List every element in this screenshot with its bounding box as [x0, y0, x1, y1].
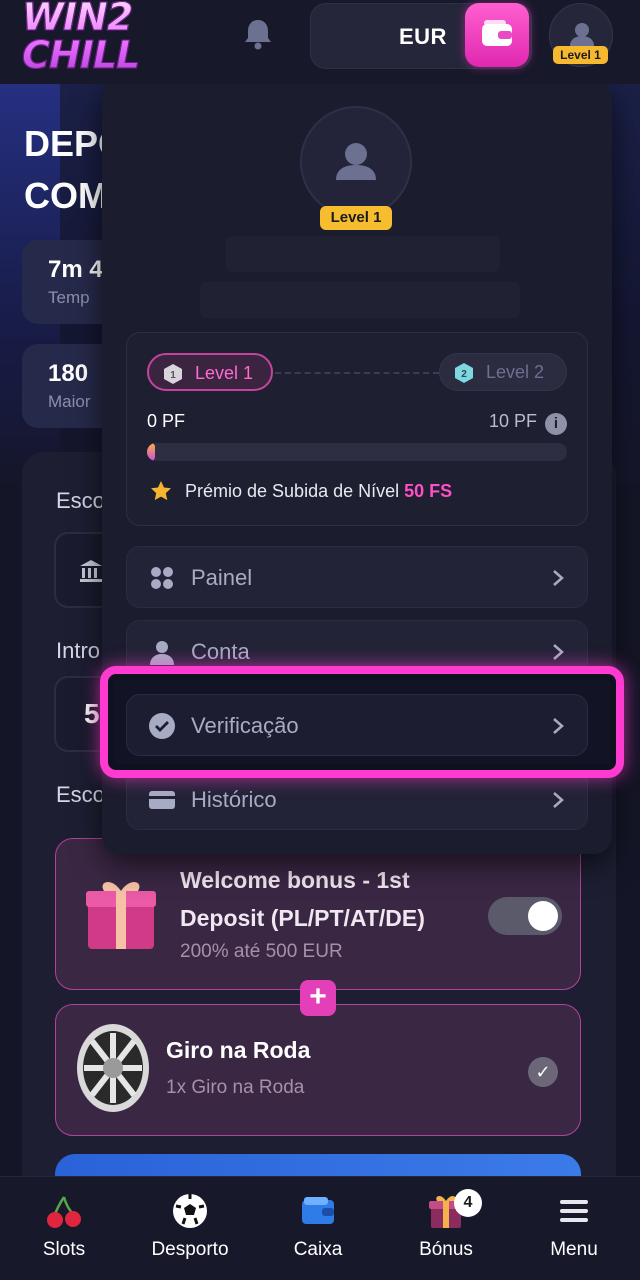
cherry-icon [47, 1196, 81, 1228]
level-progress-bar [147, 443, 567, 461]
wheel-bonus-title: Giro na Roda [166, 1037, 311, 1063]
card-icon [149, 791, 175, 809]
current-level-chip: 1 Level 1 [147, 353, 273, 391]
username-placeholder [226, 236, 500, 272]
toggle-knob [528, 901, 558, 931]
bonus-count-badge: 4 [454, 1189, 482, 1217]
nav-item-slots[interactable]: Slots [0, 1177, 128, 1280]
menu-item-painel[interactable]: Painel [126, 546, 588, 608]
gift-icon [86, 881, 156, 949]
bottom-navigation: Slots Desporto Caixa 4 Bónus Menu [0, 1176, 640, 1280]
hexagon-level-2-icon: 2 [455, 363, 473, 383]
info-icon[interactable]: i [545, 413, 567, 435]
hamburger-icon [560, 1200, 588, 1222]
menu-item-label: Histórico [191, 787, 277, 812]
nav-label: Menu [550, 1239, 598, 1260]
balance-box[interactable]: EUR [310, 3, 532, 69]
hexagon-level-1-icon: 1 [164, 364, 182, 384]
nav-label: Caixa [293, 1239, 343, 1260]
level-badge: Level 1 [553, 46, 608, 64]
soccer-ball-icon [173, 1194, 207, 1228]
email-placeholder [200, 282, 520, 318]
level-up-prize: Prémio de Subida de Nível 50 FS [185, 481, 452, 502]
menu-item-label: Verificação [191, 713, 299, 738]
bank-icon [80, 560, 102, 582]
level-progress-box: 1 Level 1 2 Level 2 0 PF 10 PF i Prémio … [126, 332, 588, 526]
brand-logo[interactable]: WIN2 CHILL [22, 0, 152, 78]
chevron-right-icon [553, 644, 564, 660]
method-label: Esco [56, 488, 105, 513]
menu-item-label: Painel [191, 565, 253, 590]
chevron-right-icon [553, 718, 564, 734]
prize-label: Prémio de Subida de Nível [185, 481, 400, 501]
wheel-icon [77, 1024, 149, 1112]
user-icon [150, 641, 174, 665]
current-points: 0 PF [147, 411, 186, 431]
nav-item-caixa[interactable]: Caixa [254, 1177, 382, 1280]
star-icon [151, 481, 171, 501]
dropdown-avatar [300, 106, 412, 218]
stat-label: Maior [48, 392, 91, 411]
verification-highlight: Verificação [100, 666, 624, 778]
nav-label: Slots [42, 1239, 86, 1260]
logo-line-2: CHILL [22, 33, 141, 77]
add-bonus-button[interactable]: + [300, 980, 336, 1016]
welcome-bonus-card[interactable]: Welcome bonus - 1st Deposit (PL/PT/AT/DE… [55, 838, 581, 990]
target-points: 10 PF [489, 411, 538, 431]
next-level-label: Level 2 [486, 362, 545, 382]
wallet-button[interactable] [465, 3, 529, 67]
bonus-label: Esco [56, 782, 105, 807]
chevron-right-icon [553, 570, 564, 586]
wheel-bonus-subtitle: 1x Giro na Roda [166, 1077, 305, 1098]
wheel-bonus-card[interactable]: Giro na Roda 1x Giro na Roda ✓ [55, 1004, 581, 1136]
check-icon[interactable]: ✓ [528, 1057, 558, 1087]
stat-label: Temp [48, 288, 90, 307]
nav-label: Desporto [151, 1239, 229, 1260]
stat-value: 7m 4 [48, 256, 103, 283]
logo-line-1: WIN2 [22, 0, 134, 39]
level-badge: Level 1 [320, 206, 392, 230]
chevron-right-icon [553, 792, 564, 808]
next-level-chip: 2 Level 2 [439, 353, 567, 391]
welcome-bonus-title: Welcome bonus - 1st Deposit (PL/PT/AT/DE… [180, 867, 425, 931]
currency-label: EUR [399, 24, 447, 49]
amount-label: Intro [56, 638, 101, 663]
prize-value: 50 FS [404, 481, 453, 501]
nav-label: Bónus [419, 1239, 473, 1260]
svg-text:1: 1 [170, 370, 176, 381]
stat-value: 180 [48, 360, 89, 387]
nav-item-menu[interactable]: Menu [510, 1177, 638, 1280]
level-connector [275, 372, 439, 374]
nav-item-desporto[interactable]: Desporto [126, 1177, 254, 1280]
amount-value: 5 [84, 698, 100, 729]
nav-item-bonus[interactable]: 4 Bónus [382, 1177, 510, 1280]
menu-item-verificacao[interactable]: Verificação [126, 694, 588, 756]
bell-icon[interactable] [240, 16, 276, 52]
progress-fill [147, 443, 156, 461]
current-level-label: Level 1 [195, 363, 254, 383]
wallet-icon [302, 1197, 334, 1224]
wallet-icon [482, 20, 512, 46]
svg-text:2: 2 [461, 369, 467, 380]
menu-item-label: Conta [191, 639, 250, 664]
user-icon [336, 143, 376, 180]
welcome-bonus-toggle[interactable] [488, 897, 562, 935]
welcome-bonus-subtitle: 200% até 500 EUR [180, 941, 343, 962]
grid-icon [151, 567, 173, 589]
top-header: WIN2 CHILL EUR Level 1 [0, 0, 640, 84]
check-circle-icon [149, 713, 175, 739]
